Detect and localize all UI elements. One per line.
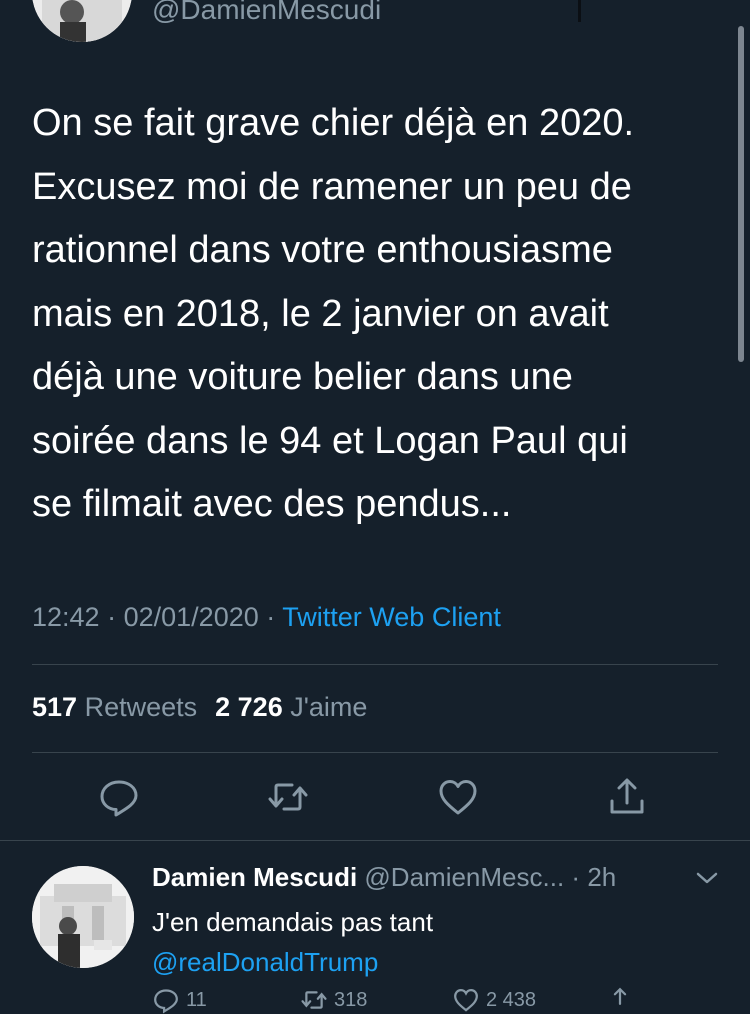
reply-text: J'en demandais pas tant — [152, 907, 434, 937]
meta-separator: · — [266, 602, 276, 632]
reply-icon — [154, 989, 178, 1014]
retweet-button[interactable] — [266, 775, 310, 819]
tweet-text-line: Excusez moi de ramener un peu de — [32, 165, 632, 208]
reply-retweet-count: 318 — [334, 988, 368, 1011]
retweets-count: 517 — [32, 692, 78, 722]
likes-count: 2 726 — [215, 692, 283, 722]
likes-stat[interactable]: 2 726 J'aime — [215, 692, 367, 722]
retweet-icon — [268, 783, 308, 811]
reply-mention-link[interactable]: @realDonaldTrump — [152, 942, 378, 982]
reply-button[interactable] — [97, 775, 141, 819]
reply-like-button[interactable]: 2 438 — [452, 986, 536, 1014]
share-button[interactable] — [605, 775, 649, 819]
retweets-label: Retweets — [84, 692, 198, 722]
reply-author-avatar[interactable] — [32, 866, 134, 968]
share-icon — [610, 778, 644, 814]
divider — [32, 664, 718, 665]
reply-reply-button[interactable]: 11 — [152, 986, 207, 1014]
tweet-date: 02/01/2020 — [123, 602, 259, 632]
tweet-text-line: soirée dans le 94 et Logan Paul qui — [32, 419, 628, 462]
reply-time: 2h — [587, 862, 617, 892]
retweet-icon — [301, 991, 327, 1009]
author-handle[interactable]: @DamienMescudi — [152, 0, 381, 26]
heart-icon — [454, 989, 478, 1012]
tweet-text-line: mais en 2018, le 2 janvier on avait — [32, 292, 609, 335]
like-button[interactable] — [436, 775, 480, 819]
tweet-text-line: rationnel dans votre enthousiasme — [32, 229, 613, 271]
reply-retweet-button[interactable]: 318 — [300, 986, 367, 1014]
reply-icon — [100, 780, 138, 817]
likes-label: J'aime — [290, 692, 368, 722]
divider — [32, 752, 718, 753]
heart-icon — [439, 780, 477, 815]
tweet-meta: 12:42 · 02/01/2020 · Twitter Web Client — [32, 602, 501, 633]
tweet-stats: 517 Retweets 2 726 J'aime — [32, 692, 367, 723]
reply-like-count: 2 438 — [486, 988, 537, 1011]
reply-time-separator: · — [571, 862, 581, 892]
reply-author-name[interactable]: Damien Mescudi — [152, 862, 357, 892]
tweet-text-line: se filmait avec des pendus... — [32, 483, 512, 525]
reply-reply-count: 11 — [186, 988, 207, 1011]
author-avatar[interactable] — [32, 0, 132, 42]
reply-header: Damien Mescudi @DamienMesc... · 2h — [152, 862, 616, 893]
tweet-text-line: déjà une voiture belier dans une — [32, 356, 573, 398]
reply-author-handle[interactable]: @DamienMesc... — [364, 862, 564, 892]
reply-share-button[interactable] — [606, 986, 634, 1014]
scrollbar[interactable] — [738, 26, 744, 362]
meta-separator: · — [107, 602, 117, 632]
divider — [0, 840, 750, 841]
tweet-time: 12:42 — [32, 602, 100, 632]
tweet-text-line: On se fait grave chier déjà en 2020. — [32, 102, 635, 144]
text-caret — [578, 0, 581, 22]
tweet-client-link[interactable]: Twitter Web Client — [282, 602, 501, 632]
retweets-stat[interactable]: 517 Retweets — [32, 692, 197, 722]
tweet-text: On se fait grave chier déjà en 2020. Exc… — [32, 92, 722, 537]
share-icon — [613, 987, 627, 1005]
chevron-down-icon[interactable] — [694, 868, 720, 888]
